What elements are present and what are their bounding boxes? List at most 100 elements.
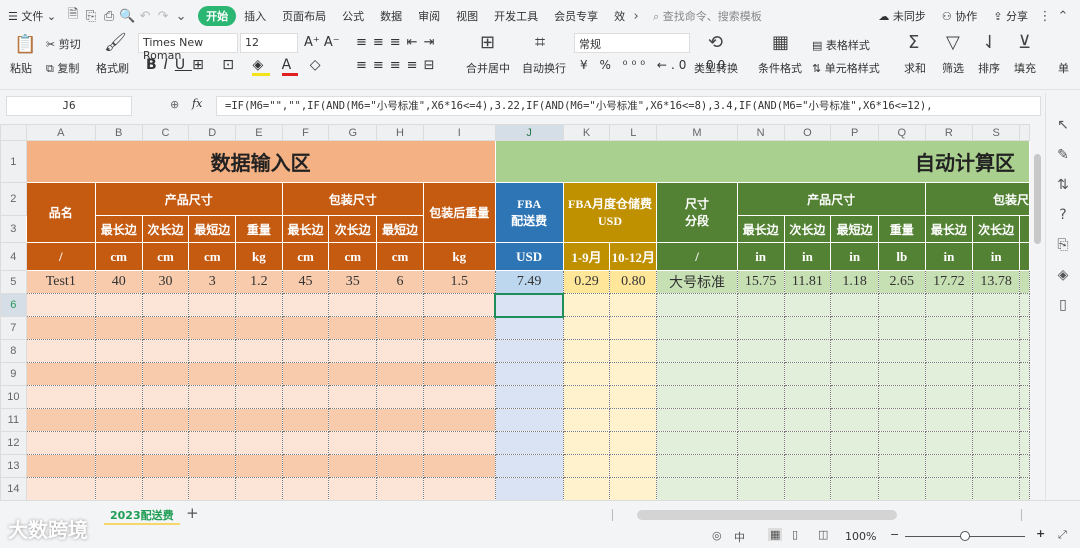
- empty-cell[interactable]: [656, 316, 738, 340]
- tab-view[interactable]: 视图: [448, 8, 486, 24]
- empty-cell[interactable]: [830, 454, 880, 478]
- search-box[interactable]: ⌕ 查找命令、搜索模板: [645, 8, 770, 24]
- empty-cell[interactable]: [235, 293, 283, 317]
- empty-cell[interactable]: [494, 477, 564, 500]
- fill-icon[interactable]: ⊻: [1018, 32, 1031, 53]
- column-header-k[interactable]: K: [562, 124, 611, 141]
- tab-developer[interactable]: 开发工具: [486, 8, 546, 24]
- empty-cell[interactable]: [25, 339, 96, 363]
- empty-cell[interactable]: [878, 293, 926, 317]
- zoom-level[interactable]: 100%: [845, 530, 876, 543]
- cell-button[interactable]: 单: [1058, 60, 1069, 76]
- empty-cell[interactable]: [972, 362, 1021, 386]
- row-header[interactable]: 3: [0, 215, 27, 243]
- sort-button[interactable]: 排序: [978, 60, 1000, 76]
- filter-button[interactable]: 筛选: [942, 60, 964, 76]
- empty-cell[interactable]: [25, 408, 96, 432]
- redo-icon[interactable]: ↷: [154, 9, 172, 24]
- header-product-size-in[interactable]: 产品尺寸: [736, 182, 926, 216]
- row-header[interactable]: 14: [0, 477, 27, 500]
- conditional-format-button[interactable]: 条件格式: [758, 60, 802, 76]
- subheader-product-dim[interactable]: 次长边: [141, 215, 190, 243]
- add-sheet-icon[interactable]: +: [186, 504, 199, 522]
- active-cell-j6[interactable]: [494, 292, 565, 318]
- row-header[interactable]: 4: [0, 242, 27, 271]
- subheader-product-dim[interactable]: 最短边: [188, 215, 237, 243]
- empty-cell[interactable]: [1019, 339, 1030, 363]
- spreadsheet-grid[interactable]: ABCDEFGHIJKLMNOPQRS 1 数据输入区 自动计算区 2 品名 产…: [0, 124, 1030, 500]
- empty-cell[interactable]: [422, 316, 496, 340]
- vertical-scrollbar[interactable]: [1030, 124, 1045, 500]
- empty-cell[interactable]: [924, 477, 974, 500]
- empty-cell[interactable]: [1019, 454, 1030, 478]
- empty-cell[interactable]: [328, 339, 378, 363]
- collab-button[interactable]: ⚇ 协作: [934, 8, 985, 24]
- empty-cell[interactable]: [235, 385, 283, 409]
- data-cell-i5[interactable]: 1.5: [422, 270, 496, 294]
- column-header-b[interactable]: B: [94, 124, 143, 141]
- empty-cell[interactable]: [94, 431, 143, 455]
- unit-cell-n[interactable]: in: [736, 242, 785, 271]
- column-header-f[interactable]: F: [281, 124, 330, 141]
- empty-cell[interactable]: [494, 408, 564, 432]
- empty-cell[interactable]: [141, 385, 190, 409]
- empty-cell[interactable]: [783, 293, 832, 317]
- empty-cell[interactable]: [376, 293, 424, 317]
- empty-cell[interactable]: [188, 431, 237, 455]
- header-packed-weight[interactable]: 包装后重量: [422, 182, 496, 243]
- zoom-out-button[interactable]: −: [890, 528, 899, 541]
- header-size-tier[interactable]: 尺寸 分段: [656, 182, 738, 243]
- align-buttons-bottom[interactable]: ≡≡≡≡⊟: [356, 58, 440, 73]
- data-cell-e5[interactable]: 1.2: [235, 270, 283, 294]
- backup-icon[interactable]: ⎘: [1057, 237, 1068, 253]
- empty-cell[interactable]: [94, 385, 143, 409]
- empty-cell[interactable]: [376, 408, 424, 432]
- subheader-package-dim[interactable]: 最短边: [376, 215, 424, 243]
- column-header-q[interactable]: Q: [878, 124, 926, 141]
- empty-cell[interactable]: [609, 385, 658, 409]
- horizontal-scrollbar[interactable]: [612, 509, 1022, 521]
- column-header-h[interactable]: H: [376, 124, 424, 141]
- column-header-partial[interactable]: [1019, 124, 1030, 141]
- unit-cell-s[interactable]: in: [972, 242, 1021, 271]
- align-buttons-top[interactable]: ≡≡≡⇤⇥: [356, 35, 440, 50]
- empty-cell[interactable]: [25, 477, 96, 500]
- empty-cell[interactable]: [736, 454, 785, 478]
- select-all-corner[interactable]: [0, 124, 27, 141]
- empty-cell[interactable]: [328, 408, 378, 432]
- empty-cell[interactable]: [878, 477, 926, 500]
- format-painter-icon[interactable]: 🖌: [104, 32, 127, 53]
- tab-data[interactable]: 数据: [372, 8, 410, 24]
- empty-cell[interactable]: [328, 385, 378, 409]
- font-size-select[interactable]: 12: [240, 33, 298, 53]
- empty-cell[interactable]: [188, 339, 237, 363]
- unit-cell-e[interactable]: kg: [235, 242, 283, 271]
- copy-button[interactable]: ⧉ 复制: [46, 60, 79, 76]
- empty-cell[interactable]: [562, 431, 611, 455]
- empty-cell[interactable]: [1019, 385, 1030, 409]
- row-header[interactable]: 11: [0, 408, 27, 432]
- empty-cell[interactable]: [235, 431, 283, 455]
- empty-cell[interactable]: [328, 431, 378, 455]
- empty-cell[interactable]: [783, 408, 832, 432]
- column-header-c[interactable]: C: [141, 124, 190, 141]
- unit-cell-c[interactable]: cm: [141, 242, 190, 271]
- empty-cell[interactable]: [783, 477, 832, 500]
- empty-cell[interactable]: [783, 316, 832, 340]
- empty-cell[interactable]: [878, 454, 926, 478]
- empty-cell[interactable]: [972, 316, 1021, 340]
- empty-cell[interactable]: [736, 477, 785, 500]
- empty-cell[interactable]: [830, 362, 880, 386]
- empty-cell[interactable]: [422, 477, 496, 500]
- empty-cell[interactable]: [609, 316, 658, 340]
- empty-cell[interactable]: [94, 477, 143, 500]
- tab-formulas[interactable]: 公式: [334, 8, 372, 24]
- data-cell-a5[interactable]: Test1: [25, 270, 96, 294]
- column-header-g[interactable]: G: [328, 124, 378, 141]
- subheader-calc-dim[interactable]: 次长边: [783, 215, 832, 243]
- empty-cell[interactable]: [878, 385, 926, 409]
- subheader-package-dim[interactable]: 次长边: [328, 215, 378, 243]
- data-cell-j5[interactable]: 7.49: [494, 270, 564, 294]
- page-break-view-icon[interactable]: ◫: [818, 528, 828, 541]
- empty-cell[interactable]: [25, 316, 96, 340]
